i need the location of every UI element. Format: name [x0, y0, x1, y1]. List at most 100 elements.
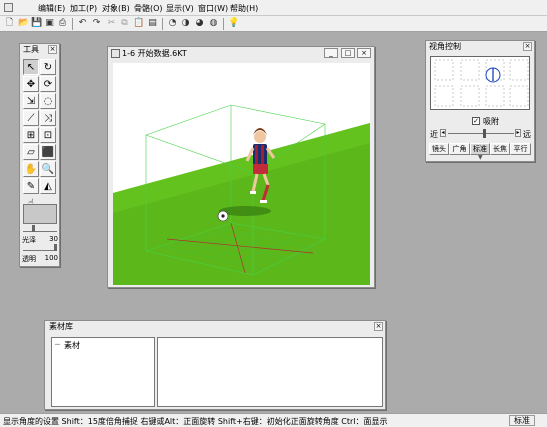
toolbar-separator — [162, 18, 163, 30]
snap-checkbox-label: 吸附 — [483, 117, 499, 126]
menu-display[interactable]: 显示(V) — [166, 3, 194, 14]
menu-help[interactable]: 帮助(H) — [230, 3, 258, 14]
paint-bucket-icon[interactable]: ◭ — [40, 178, 56, 194]
lasso-icon[interactable]: ◌ — [40, 93, 56, 109]
redo-icon[interactable]: ↷ — [91, 18, 102, 29]
tab-parallel[interactable]: 平行 — [510, 143, 531, 155]
move-icon[interactable]: ✥ — [23, 76, 39, 92]
rotate-local-icon[interactable]: ⟳ — [40, 76, 56, 92]
zoom-right-arrow-icon[interactable]: ▸ — [515, 129, 521, 137]
color-swatch[interactable] — [23, 204, 57, 224]
status-text: 显示角度的设置 Shift：15度倍角捕捉 右键或Alt：正面旋转 Shift+… — [3, 417, 388, 426]
material-preview-area[interactable] — [157, 337, 383, 407]
toolbox-title-bar: 工具 × — [20, 44, 59, 55]
opacity-row: 透明 100 — [22, 254, 58, 264]
toolbar-separator — [223, 18, 224, 30]
gloss-slider[interactable] — [23, 225, 57, 232]
status-bar: 显示角度的设置 Shift：15度倍角捕捉 右键或Alt：正面旋转 Shift+… — [0, 413, 547, 427]
document-window: 1-6 开始数据.6KT _ □ × — [107, 46, 375, 288]
gloss-row: 光泽 30 — [22, 235, 58, 245]
menu-window[interactable]: 窗口(W) — [198, 3, 228, 14]
toolbox-panel: 工具 × ↖ ↻ ✥ ⟳ ⇲ ◌ ⟋ ⤨ ⊞ ⊡ ▱ ⬛ ✋ 🔍 ✎ ◭ ☝ 光… — [19, 43, 60, 267]
opacity-value: 100 — [44, 254, 58, 262]
close-button[interactable]: × — [357, 48, 371, 58]
document-title-bar: 1-6 开始数据.6KT _ □ × — [108, 47, 374, 60]
save-icon[interactable]: 💾 — [31, 18, 42, 29]
opacity-label: 透明 — [22, 255, 36, 263]
object-move-icon[interactable]: ⊞ — [23, 127, 39, 143]
zoom-icon[interactable]: 🔍 — [40, 161, 56, 177]
properties-icon[interactable]: ▤ — [147, 18, 158, 29]
snap-checkbox[interactable]: ✓ — [472, 117, 480, 125]
new-file-icon[interactable]: 🗋 — [4, 18, 15, 29]
menu-edit[interactable]: 编辑(E) — [38, 3, 65, 14]
tab-lens[interactable]: 镜头 — [429, 143, 449, 155]
toolbox-title: 工具 — [23, 45, 39, 54]
copy-icon[interactable]: ⧉ — [119, 18, 130, 29]
material-library-panel: 素材库 × ─ 素材 — [44, 320, 386, 410]
view-control-panel: 视角控制 × ✓ 吸附 近 ◂ ▸ 远 镜头 广角 标准 长焦 平行 ▼ — [425, 40, 535, 162]
maximize-button[interactable]: □ — [341, 48, 355, 58]
plane-icon[interactable]: ▱ — [23, 144, 39, 160]
view-reset-icon[interactable]: ◍ — [208, 18, 219, 29]
near-label: 近 — [430, 130, 438, 139]
rotate-icon[interactable]: ↻ — [40, 59, 56, 75]
gloss-slider-thumb[interactable] — [32, 225, 35, 232]
view-control-title: 视角控制 — [429, 42, 461, 51]
tab-telephoto[interactable]: 长焦 — [490, 143, 510, 155]
hand-icon[interactable]: ✋ — [23, 161, 39, 177]
menu-object[interactable]: 对象(B) — [102, 3, 130, 14]
opacity-slider-thumb[interactable] — [54, 244, 57, 251]
tab-wide[interactable]: 广角 — [449, 143, 470, 155]
view-control-close-button[interactable]: × — [523, 42, 532, 51]
tree-connector: ─ — [55, 340, 60, 349]
document-title: 1-6 开始数据.6KT — [122, 49, 187, 58]
ik-icon[interactable]: ⤨ — [40, 110, 56, 126]
view-angle-graphic — [434, 59, 529, 107]
distance-slider-thumb[interactable] — [483, 129, 486, 138]
panel-collapse-arrow-icon[interactable]: ▼ — [478, 154, 483, 161]
app-icon[interactable] — [4, 3, 13, 12]
help-bulb-icon[interactable]: 💡 — [228, 18, 239, 29]
select-arrow-icon[interactable]: ↖ — [23, 59, 39, 75]
soccer-ball-patch — [221, 214, 225, 218]
toolbox-close-button[interactable]: × — [48, 45, 57, 54]
3d-viewport[interactable] — [113, 63, 370, 285]
minimize-button[interactable]: _ — [324, 48, 338, 58]
far-label: 远 — [523, 130, 531, 139]
open-folder-icon[interactable]: 📂 — [18, 18, 29, 29]
zoom-left-arrow-icon[interactable]: ◂ — [440, 129, 446, 137]
view-zoom-icon[interactable]: ◕ — [194, 18, 205, 29]
print-icon[interactable]: ⎙ — [57, 18, 68, 29]
menu-process[interactable]: 加工(P) — [70, 3, 97, 14]
view-rotate-icon[interactable]: ◔ — [167, 18, 178, 29]
menu-bone[interactable]: 骨骼(O) — [134, 3, 163, 14]
eyedropper-icon[interactable]: ✎ — [23, 178, 39, 194]
undo-icon[interactable]: ↶ — [77, 18, 88, 29]
paste-icon[interactable]: 📋 — [133, 18, 144, 29]
opacity-slider[interactable] — [23, 244, 57, 251]
tool-grid: ↖ ↻ ✥ ⟳ ⇲ ◌ ⟋ ⤨ ⊞ ⊡ ▱ ⬛ ✋ 🔍 ✎ ◭ ☝ — [23, 59, 57, 212]
view-angle-pad[interactable] — [430, 56, 530, 110]
document-icon — [111, 49, 120, 58]
material-library-title-bar: 素材库 × — [45, 321, 385, 332]
toolbar: 🗋 📂 💾 ▣ ⎙ ↶ ↷ ✂ ⧉ 📋 ▤ ◔ ◑ ◕ ◍ 💡 — [0, 16, 547, 32]
cut-icon[interactable]: ✂ — [106, 18, 117, 29]
scene-render — [113, 104, 370, 285]
scale-icon[interactable]: ⇲ — [23, 93, 39, 109]
material-library-close-button[interactable]: × — [374, 322, 383, 331]
material-tree[interactable]: ─ 素材 — [51, 337, 155, 407]
menu-bar: 编辑(E) 加工(P) 对象(B) 骨骼(O) 显示(V) 窗口(W) 帮助(H… — [0, 0, 547, 16]
view-pan-icon[interactable]: ◑ — [180, 18, 191, 29]
cube-icon[interactable]: ⬛ — [40, 144, 56, 160]
status-mode: 标准 — [509, 415, 535, 426]
gloss-label: 光泽 — [22, 236, 36, 244]
bone-icon[interactable]: ⟋ — [23, 110, 39, 126]
object-scale-icon[interactable]: ⊡ — [40, 127, 56, 143]
toolbar-separator — [72, 18, 73, 30]
material-library-title: 素材库 — [49, 322, 73, 331]
gloss-value: 30 — [49, 235, 58, 243]
save-as-icon[interactable]: ▣ — [44, 18, 55, 29]
tree-item-material[interactable]: 素材 — [64, 340, 80, 351]
distance-slider[interactable] — [448, 133, 514, 134]
